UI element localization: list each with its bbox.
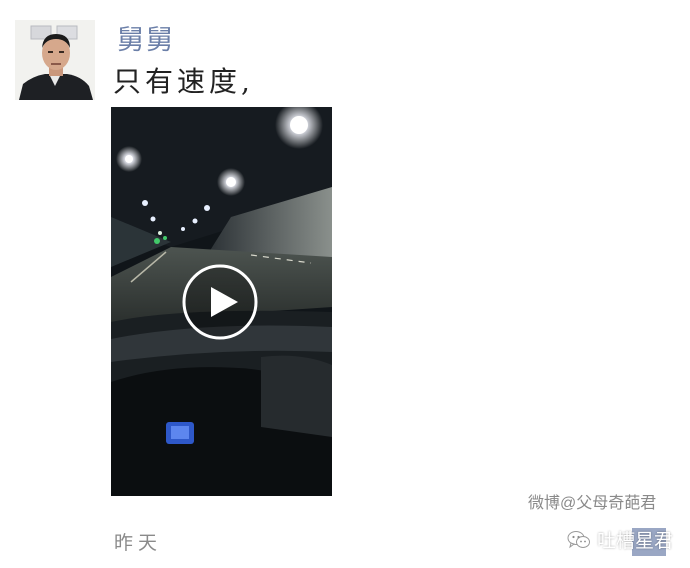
avatar[interactable] (15, 20, 95, 100)
video-thumbnail[interactable] (111, 107, 332, 496)
weibo-watermark: 微博@父母奇葩君 (528, 495, 657, 512)
wechat-logo-icon (567, 530, 590, 548)
avatar-photo (15, 20, 95, 100)
play-icon[interactable] (181, 263, 259, 341)
source-name: 吐槽星君 (597, 531, 674, 552)
source-watermark: 吐槽星君 (567, 526, 673, 553)
username[interactable]: 舅舅 (117, 18, 175, 57)
post-text: 只有速度, (113, 65, 254, 98)
post-timestamp: 昨天 (114, 532, 163, 554)
